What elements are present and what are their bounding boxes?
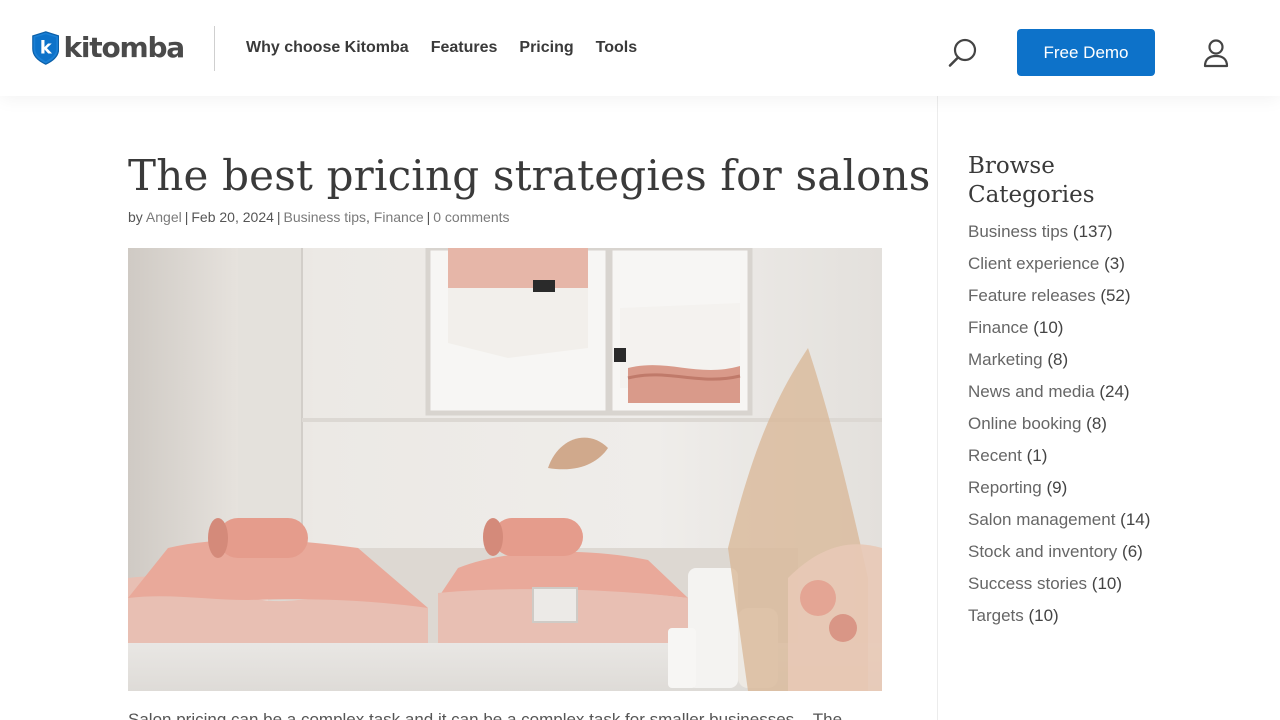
category-item: Salon management (14) [968, 508, 1158, 532]
sidebar-divider [937, 96, 938, 720]
comments-link[interactable]: 0 comments [433, 209, 509, 225]
category-item: News and media (24) [968, 380, 1158, 404]
category-item: Reporting (9) [968, 476, 1158, 500]
nav-why-choose-kitomba[interactable]: Why choose Kitomba [246, 38, 409, 58]
category-item: Finance (10) [968, 316, 1158, 340]
category-count: (10) [1091, 574, 1123, 593]
category-list: Business tips (137) Client experience (3… [968, 220, 1158, 636]
category-count: (52) [1100, 286, 1131, 305]
category-count: (10) [1028, 606, 1059, 625]
category-item: Online booking (8) [968, 412, 1158, 436]
header-divider [214, 26, 215, 71]
post-title: The best pricing strategies for salons [128, 151, 931, 200]
category-count: (9) [1046, 478, 1068, 497]
browse-categories-title: Browse Categories [968, 153, 1095, 208]
site-header: k kitomba Why choose Kitomba Features Pr… [0, 0, 1280, 96]
meta-separator: | [276, 209, 281, 225]
category-link[interactable]: Salon management [968, 510, 1115, 529]
category-count: (10) [1033, 318, 1064, 337]
category-count: (24) [1099, 382, 1130, 401]
category-item: Business tips (137) [968, 220, 1158, 244]
post-excerpt: Salon pricing can be a complex task and … [128, 710, 843, 720]
meta-separator: | [426, 209, 431, 225]
category-link[interactable]: Business tips [968, 222, 1068, 241]
category-link[interactable]: Finance [968, 318, 1028, 337]
category-count: (14) [1120, 510, 1151, 529]
category-link[interactable]: Success stories [968, 574, 1087, 593]
category-count: (137) [1072, 222, 1113, 241]
category-link[interactable]: Marketing [968, 350, 1043, 369]
category-link[interactable]: Targets [968, 606, 1024, 625]
post-main: The best pricing strategies for salons b… [128, 96, 930, 720]
meta-separator: | [184, 209, 189, 225]
category-link[interactable]: Client experience [968, 254, 1099, 273]
category-count: (6) [1122, 542, 1143, 561]
logo-wordmark: kitomba [63, 31, 185, 64]
category-link[interactable]: Feature releases [968, 286, 1096, 305]
category-item: Marketing (8) [968, 348, 1158, 372]
category-link[interactable]: Stock and inventory [968, 542, 1117, 561]
post-meta: by Angel | Feb 20, 2024 | Business tips, Fin… [128, 209, 510, 225]
category-item: Stock and inventory (6) [968, 540, 1158, 564]
kitomba-logo[interactable]: k kitomba [32, 27, 185, 69]
post-author-link[interactable]: Angel [146, 209, 182, 225]
category-link[interactable]: Online booking [968, 414, 1081, 433]
category-item: Recent (1) [968, 444, 1158, 468]
user-icon[interactable] [1202, 38, 1230, 68]
category-link-business-tips[interactable]: Business tips [284, 209, 366, 225]
category-item: Client experience (3) [968, 252, 1158, 276]
featured-image [128, 248, 882, 691]
main-nav: Why choose Kitomba Features Pricing Tool… [246, 38, 637, 58]
nav-tools[interactable]: Tools [596, 38, 637, 58]
category-item: Feature releases (52) [968, 284, 1158, 308]
category-item: Success stories (10) [968, 572, 1158, 596]
category-link[interactable]: Recent [968, 446, 1022, 465]
category-count: (8) [1086, 414, 1107, 433]
kitomba-shield-icon: k [32, 31, 60, 65]
category-count: (3) [1104, 254, 1125, 273]
post-date: Feb 20, 2024 [191, 209, 274, 225]
category-count: (1) [1026, 446, 1048, 465]
category-link-finance[interactable]: Finance [374, 209, 424, 225]
category-item: Targets (10) [968, 604, 1158, 628]
category-count: (8) [1047, 350, 1069, 369]
category-link[interactable]: News and media [968, 382, 1095, 401]
nav-pricing[interactable]: Pricing [519, 38, 573, 58]
nav-features[interactable]: Features [431, 38, 498, 58]
category-link[interactable]: Reporting [968, 478, 1042, 497]
search-icon[interactable] [946, 36, 980, 70]
post-meta-by: by [128, 209, 143, 225]
free-demo-button[interactable]: Free Demo [1017, 29, 1155, 76]
svg-text:k: k [40, 39, 53, 59]
